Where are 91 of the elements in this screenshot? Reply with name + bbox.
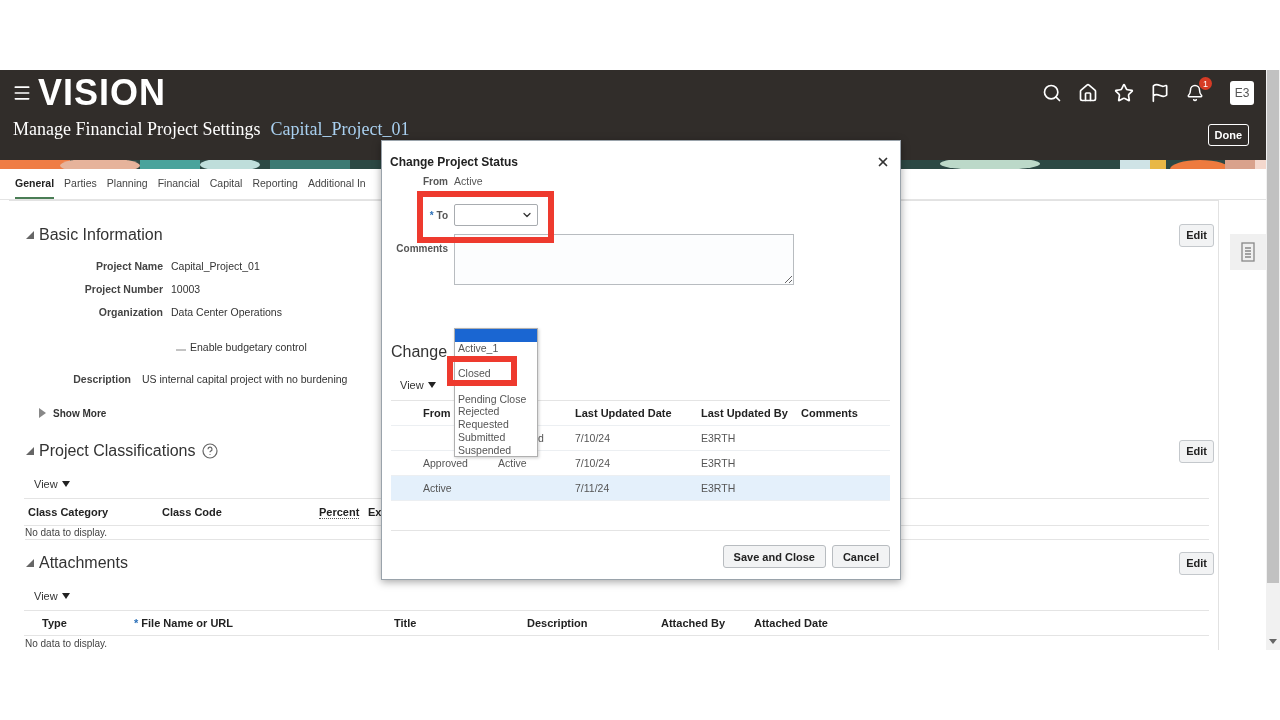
section-title: Project Classifications xyxy=(39,442,196,460)
comments-field[interactable] xyxy=(454,234,794,285)
help-icon[interactable] xyxy=(201,443,218,459)
flag-icon[interactable] xyxy=(1150,83,1170,103)
field-label: Description xyxy=(72,372,131,385)
tab[interactable]: Additional In xyxy=(307,169,366,199)
section-title: Attachments xyxy=(39,554,128,572)
column-header: Percent xyxy=(319,505,360,519)
field-label: Comments xyxy=(396,243,448,254)
table-cell: E3RTH xyxy=(701,457,736,469)
field-value: Active xyxy=(454,175,483,187)
scrollbar-thumb[interactable] xyxy=(1267,70,1279,583)
tab[interactable]: Planning xyxy=(106,169,148,199)
table-cell: E3RTH xyxy=(701,432,736,444)
field-label: Organization xyxy=(97,305,163,318)
tab[interactable]: Financial xyxy=(157,169,200,199)
table-cell: d xyxy=(538,432,544,444)
field-label: From xyxy=(423,175,448,187)
bell-icon[interactable] xyxy=(1186,84,1204,102)
history-row[interactable]: Active 7/11/24 E3RTH xyxy=(391,476,890,501)
table-cell: 7/10/24 xyxy=(575,432,611,444)
home-icon[interactable] xyxy=(1078,83,1098,103)
menu-icon[interactable] xyxy=(12,83,32,103)
edit-button[interactable]: Edit xyxy=(1179,551,1214,575)
view-menu[interactable]: View xyxy=(400,379,436,391)
done-button[interactable]: Done xyxy=(1207,124,1249,146)
section-title: Change xyxy=(391,343,448,361)
column-header: Type xyxy=(42,617,67,629)
column-header: Last Updated By xyxy=(701,407,788,419)
tab[interactable]: Capital xyxy=(209,169,243,199)
show-more-link[interactable]: Show More xyxy=(53,407,107,419)
user-avatar[interactable]: E3 xyxy=(1230,81,1254,105)
column-header: Comments xyxy=(801,407,858,419)
field-value: US internal capital project with no burdening xyxy=(142,372,348,385)
expand-icon[interactable] xyxy=(37,408,47,418)
close-icon[interactable] xyxy=(876,155,890,169)
column-header: Attached By xyxy=(661,617,726,629)
field-value: 10003 xyxy=(171,282,201,295)
collapse-icon[interactable] xyxy=(25,558,35,568)
dropdown-option[interactable]: Active_1 xyxy=(455,342,537,355)
page-title: Manage Financial Project Settings xyxy=(13,119,261,140)
table-cell: E3RTH xyxy=(701,482,736,494)
scrollbar[interactable] xyxy=(1266,70,1280,650)
column-header: Last Updated Date xyxy=(575,407,672,419)
edit-button[interactable]: Edit xyxy=(1179,223,1214,247)
dialog-title: Change Project Status xyxy=(390,155,519,169)
section-title: Basic Information xyxy=(39,226,163,244)
star-icon[interactable] xyxy=(1114,83,1134,103)
empty-message: No data to display. xyxy=(25,527,108,538)
column-header: Class Code xyxy=(162,506,222,518)
caret-icon xyxy=(61,593,70,599)
caret-icon xyxy=(427,382,436,388)
search-icon[interactable] xyxy=(1042,83,1062,103)
tab[interactable]: Parties xyxy=(64,169,97,199)
table-cell: Active xyxy=(423,482,452,494)
save-button[interactable]: Save and Close xyxy=(722,545,826,568)
cancel-button[interactable]: Cancel xyxy=(831,545,890,568)
caret-icon xyxy=(61,481,70,487)
dropdown-option[interactable]: Requested xyxy=(455,418,537,431)
view-menu[interactable]: View xyxy=(34,590,70,602)
logo: VISION xyxy=(38,72,167,114)
dropdown-option[interactable]: Closed xyxy=(455,367,537,381)
field-label: * To xyxy=(429,209,448,221)
collapse-icon[interactable] xyxy=(25,446,35,456)
column-header: Attached Date xyxy=(754,617,828,629)
column-header: Description xyxy=(527,617,588,629)
field-value: Data Center Operations xyxy=(171,305,282,318)
checkbox-label: Enable budgetary control xyxy=(190,340,307,353)
column-header: From xyxy=(423,407,451,419)
field-label: Project Number xyxy=(83,282,163,295)
table-cell: Approved xyxy=(423,457,468,469)
column-header: Ex xyxy=(368,506,382,518)
project-link[interactable]: Capital_Project_01 xyxy=(270,119,410,140)
collapse-icon[interactable] xyxy=(25,230,35,240)
view-menu[interactable]: View xyxy=(34,478,70,490)
table-cell: Active xyxy=(498,457,527,469)
table-cell: 7/10/24 xyxy=(575,457,611,469)
edit-button[interactable]: Edit xyxy=(1179,439,1214,463)
highlight-box xyxy=(447,356,517,386)
tab[interactable]: General xyxy=(15,169,55,199)
empty-message: No data to display. xyxy=(25,637,108,649)
scroll-down-icon[interactable] xyxy=(1269,639,1277,644)
tab[interactable]: Reporting xyxy=(252,169,298,199)
notification-badge: 1 xyxy=(1199,77,1212,90)
field-label: Project Name xyxy=(94,259,163,272)
dropdown-option[interactable]: Rejected xyxy=(455,405,537,419)
column-header: * File Name or URL xyxy=(134,617,234,629)
field-value: Capital_Project_01 xyxy=(171,259,260,272)
table-cell: 7/11/24 xyxy=(575,482,610,494)
column-header: Class Category xyxy=(28,506,109,518)
column-header: Title xyxy=(394,617,417,629)
